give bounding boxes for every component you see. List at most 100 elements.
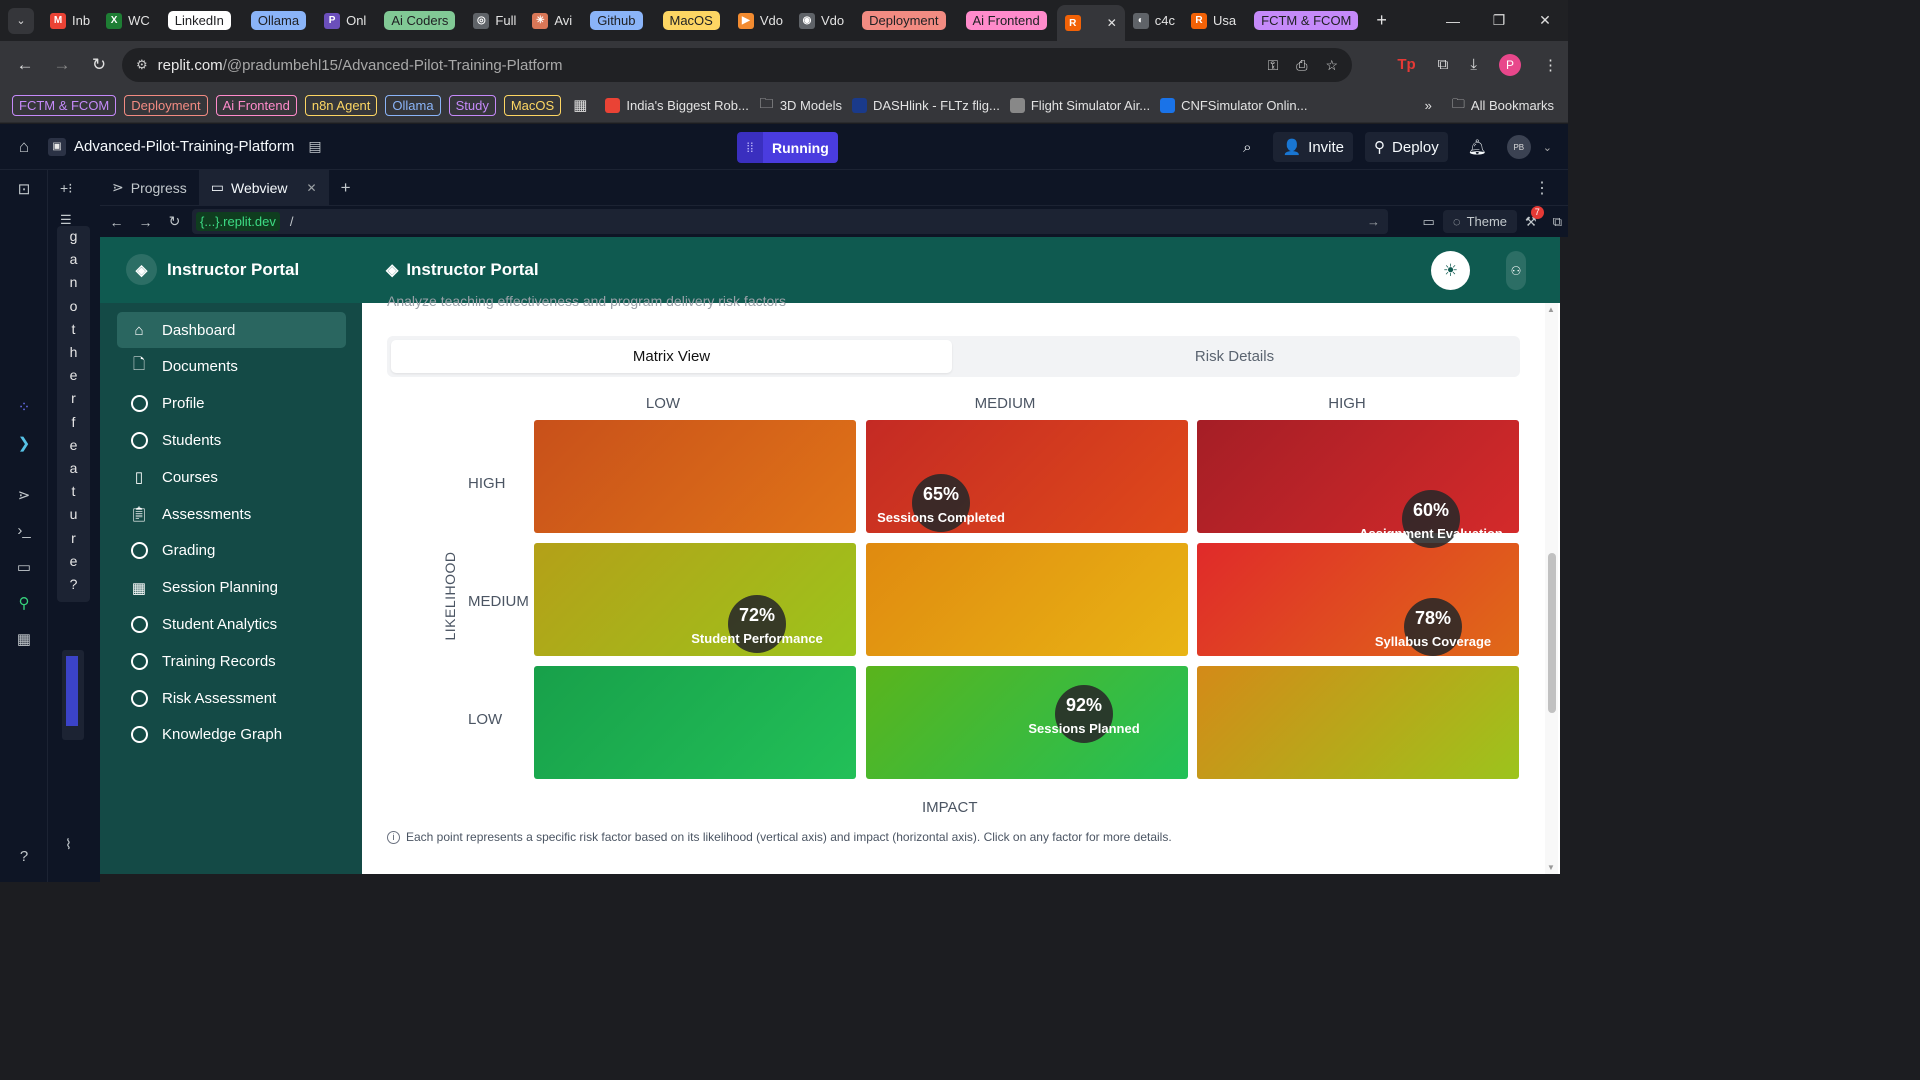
browser-menu-icon[interactable]: ⋮ xyxy=(1543,56,1558,74)
nav-item-profile[interactable]: Profile xyxy=(117,386,346,422)
nav-item-assessments[interactable]: 📋︎ Assessments xyxy=(117,496,346,532)
tab-group-chip[interactable]: FCTM & FCOM xyxy=(1248,6,1364,36)
more-bookmarks-icon[interactable]: » xyxy=(1425,98,1432,113)
bookmark-group-chip[interactable]: MacOS xyxy=(503,94,562,116)
webview-reload-icon[interactable]: ↻ xyxy=(160,213,189,230)
nav-item-grading[interactable]: Grading xyxy=(117,533,346,569)
help-icon[interactable]: ? xyxy=(0,848,48,865)
close-tab-icon[interactable]: ✕ xyxy=(1107,16,1117,30)
bookmark-link[interactable]: CNFSimulator Onlin... xyxy=(1160,97,1308,113)
theme-button[interactable]: ◌ Theme xyxy=(1442,210,1518,233)
active-tab[interactable]: R ✕ xyxy=(1056,5,1125,41)
matrix-cell-likelihood-low-impact-low[interactable] xyxy=(534,666,856,779)
restore-icon[interactable]: ❐ xyxy=(1476,0,1522,41)
bookmark-group-chip[interactable]: Study xyxy=(448,94,496,116)
tab-group-chip[interactable]: Github xyxy=(584,6,648,36)
webview-forward-icon[interactable]: → xyxy=(131,214,160,230)
user-menu-button[interactable]: ⚇ xyxy=(1506,251,1526,290)
webview-address-input[interactable]: {...}.replit.dev / → xyxy=(192,209,1388,234)
nav-item-dashboard[interactable]: ⌂ Dashboard xyxy=(117,312,346,348)
close-window-icon[interactable]: ✕ xyxy=(1522,0,1568,41)
notifications-bell-icon[interactable]: 🔔︎ xyxy=(1468,138,1487,156)
site-info-icon[interactable]: ⚙ xyxy=(136,57,148,73)
home-icon[interactable]: ⌂ xyxy=(0,137,48,157)
back-icon[interactable]: ← xyxy=(10,50,40,80)
nav-item-courses[interactable]: ▯ Courses xyxy=(117,459,346,495)
minimize-icon[interactable]: — xyxy=(1430,0,1476,41)
browser-tab[interactable]: ▶ Vdo xyxy=(730,6,791,36)
file-tree-icon[interactable]: ⊡ xyxy=(0,180,48,198)
close-tab-icon[interactable]: ✕ xyxy=(307,181,317,195)
webview-icon[interactable]: ▭ xyxy=(0,558,48,576)
nav-item-documents[interactable]: 🗋 Documents xyxy=(117,349,346,385)
address-bar[interactable]: ⚙ replit.com/@pradumbehl15/Advanced-Pilo… xyxy=(122,48,1352,82)
matrix-cell-likelihood-low-impact-high[interactable] xyxy=(1197,666,1519,779)
forward-icon[interactable]: → xyxy=(47,50,77,80)
devtools-icon[interactable]: ⚒ 7 xyxy=(1525,205,1544,230)
browser-tab[interactable]: ◎ Full xyxy=(465,6,524,36)
nav-item-risk-assessment[interactable]: Risk Assessment xyxy=(117,680,346,716)
matrix-cell-likelihood-high-impact-high[interactable] xyxy=(1197,420,1519,533)
agent-icon[interactable]: ⁘ xyxy=(0,398,48,416)
profile-avatar[interactable]: P xyxy=(1499,53,1521,76)
tab-search-icon[interactable]: ⌄ xyxy=(8,7,34,34)
user-avatar[interactable]: PB xyxy=(1506,135,1531,159)
bookmark-link[interactable]: Flight Simulator Air... xyxy=(1009,97,1150,113)
webview-back-icon[interactable]: ← xyxy=(102,214,131,230)
new-tab-button[interactable]: + xyxy=(1368,6,1395,36)
panel-menu-icon[interactable]: ⋮ xyxy=(1534,178,1550,198)
apps-grid-icon[interactable]: ▦ xyxy=(573,96,587,114)
nav-item-knowledge-graph[interactable]: Knowledge Graph xyxy=(117,717,346,753)
all-tools-icon[interactable]: ▦ xyxy=(0,630,48,648)
devices-icon[interactable]: ▭ xyxy=(1423,214,1435,230)
tab-group-chip[interactable]: Ollama xyxy=(245,6,312,36)
run-button[interactable]: ⁞⁞ Running xyxy=(737,132,838,163)
browser-tab[interactable]: ◐ c4c xyxy=(1125,6,1183,36)
matrix-cell-likelihood-medium-impact-medium[interactable] xyxy=(866,543,1188,656)
matrix-cell-likelihood-low-impact-medium[interactable] xyxy=(866,666,1188,779)
assistant-icon[interactable]: ❯ xyxy=(0,434,48,452)
bookmark-group-chip[interactable]: Deployment xyxy=(124,94,208,116)
bookmark-group-chip[interactable]: Ai Frontend xyxy=(215,94,297,116)
browser-tab[interactable]: X WC xyxy=(98,6,158,36)
deploy-button[interactable]: ⚲ Deploy xyxy=(1365,132,1448,162)
mini-preview-thumbnail[interactable] xyxy=(62,650,84,740)
invite-button[interactable]: 👤 Invite xyxy=(1273,132,1354,162)
scroll-thumb[interactable] xyxy=(1548,553,1556,713)
shell-icon[interactable]: ›_ xyxy=(0,522,48,539)
theme-toggle-button[interactable]: ☀ xyxy=(1431,251,1470,290)
project-info-icon[interactable]: ▤ xyxy=(308,138,321,155)
tab-webview[interactable]: ▭ Webview ✕ xyxy=(198,169,329,206)
progress-icon[interactable]: ⋗ xyxy=(0,486,48,504)
search-icon[interactable]: ⌕ xyxy=(1243,139,1251,156)
tab-group-chip[interactable]: MacOS xyxy=(657,6,726,36)
scroll-up-icon[interactable]: ▲ xyxy=(1547,305,1555,314)
deployments-icon[interactable]: ⚲ xyxy=(0,594,48,612)
password-key-icon[interactable]: ⚿ xyxy=(1268,57,1279,74)
new-panel-tab-button[interactable]: + xyxy=(329,170,363,206)
tab-risk-details[interactable]: Risk Details xyxy=(953,340,1516,373)
browser-tab[interactable]: R Usa xyxy=(1183,6,1244,36)
nav-item-session-planning[interactable]: ▦ Session Planning xyxy=(117,570,346,606)
bookmark-link[interactable]: India's Biggest Rob... xyxy=(605,97,749,113)
bookmark-group-chip[interactable]: FCTM & FCOM xyxy=(12,94,117,116)
project-title[interactable]: Advanced-Pilot-Training-Platform xyxy=(74,138,294,155)
install-app-icon[interactable]: ⎙ xyxy=(1296,57,1307,74)
extension-tp-icon[interactable]: Tp xyxy=(1397,56,1415,73)
go-arrow-icon[interactable]: → xyxy=(1367,214,1380,229)
tab-group-chip[interactable]: Ai Frontend xyxy=(960,6,1053,36)
bookmark-group-chip[interactable]: Ollama xyxy=(385,94,441,116)
tab-group-chip[interactable]: Deployment xyxy=(856,6,951,36)
tab-group-chip[interactable]: Ai Coders xyxy=(378,6,461,36)
webview-scrollbar[interactable]: ▲ ▼ xyxy=(1545,303,1558,874)
scroll-down-icon[interactable]: ▼ xyxy=(1547,863,1555,872)
bookmark-group-chip[interactable]: n8n Agent xyxy=(304,94,378,116)
browser-tab[interactable]: ◉ Vdo xyxy=(791,6,852,36)
browser-tab[interactable]: P Onl xyxy=(316,6,374,36)
reload-icon[interactable]: ↻ xyxy=(84,50,114,80)
all-bookmarks-folder[interactable]: 🗀 All Bookmarks xyxy=(1452,95,1554,117)
browser-tab[interactable]: M Inb xyxy=(42,6,98,36)
extensions-puzzle-icon[interactable]: ⧉ xyxy=(1438,56,1449,73)
tab-matrix-view[interactable]: Matrix View xyxy=(391,340,952,373)
tab-progress[interactable]: ⋗ Progress xyxy=(100,170,199,206)
